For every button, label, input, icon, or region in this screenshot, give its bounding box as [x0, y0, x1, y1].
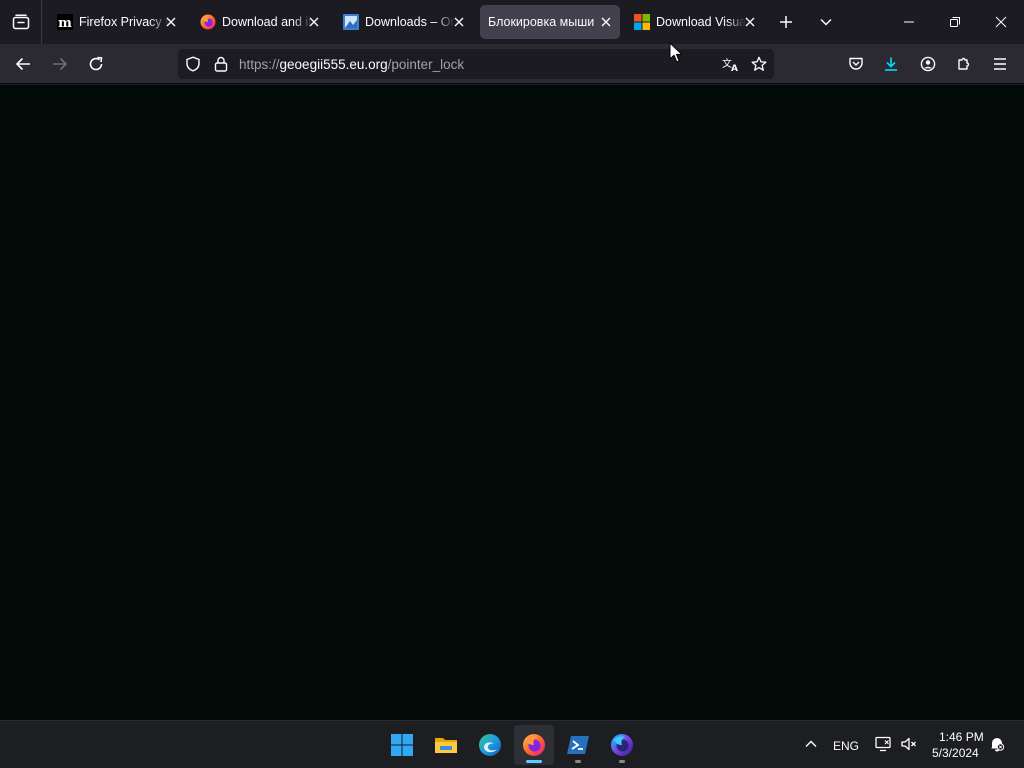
arrow-left-icon	[15, 57, 30, 71]
lock-icon	[214, 56, 228, 72]
account-button[interactable]	[914, 50, 942, 78]
new-tab-button[interactable]	[772, 8, 800, 36]
clock-time[interactable]: 1:46 PM	[939, 730, 984, 744]
tab-title: Firefox Privacy Notice	[79, 15, 169, 29]
close-icon	[454, 17, 464, 27]
tab-strip: m Firefox Privacy Notice Download and in…	[0, 0, 1024, 44]
shield-icon	[186, 56, 200, 72]
taskbar-firefox[interactable]	[514, 725, 554, 765]
svg-text:m: m	[58, 16, 72, 30]
clock-date[interactable]: 5/3/2024	[932, 746, 979, 760]
restore-button[interactable]	[932, 0, 978, 44]
chevron-up-icon	[805, 740, 817, 747]
tab-close-button[interactable]	[306, 14, 322, 30]
tab-title: Download Visual	[656, 15, 746, 29]
mouse-pointer-icon	[669, 42, 683, 63]
powershell-icon	[567, 736, 589, 754]
url-host: geoegii555.eu.org	[279, 57, 388, 72]
tracking-protection-button[interactable]	[184, 55, 202, 73]
volume-button[interactable]	[898, 733, 920, 755]
close-icon	[745, 17, 755, 27]
input-language-indicator[interactable]: ENG	[833, 739, 859, 753]
speaker-muted-icon	[901, 737, 916, 751]
taskbar-firefox-nightly[interactable]	[602, 725, 642, 765]
restore-icon	[950, 17, 960, 27]
firefox-view-button[interactable]	[0, 0, 42, 44]
tab-pointer-lock[interactable]: Блокировка мыши	[480, 5, 620, 39]
chevron-down-icon	[820, 18, 832, 26]
close-icon	[309, 17, 319, 27]
tab-title: Блокировка мыши	[488, 15, 594, 29]
account-icon	[920, 56, 936, 72]
windows-taskbar: ENG 1:46 PM 5/3/2024	[0, 720, 1024, 768]
tab-title: Download and install	[222, 15, 312, 29]
minimize-button[interactable]	[886, 0, 932, 44]
reload-button[interactable]	[81, 50, 111, 78]
arrow-right-icon	[53, 57, 68, 71]
puzzle-icon	[958, 57, 970, 70]
url-scheme: https://	[239, 57, 280, 72]
extensions-button[interactable]	[950, 50, 978, 78]
edge-icon	[479, 734, 501, 756]
tab-title: Downloads – Oracle	[365, 15, 455, 29]
notifications-button[interactable]	[986, 733, 1008, 755]
list-all-tabs-button[interactable]	[812, 8, 840, 36]
taskbar-edge[interactable]	[470, 725, 510, 765]
microsoft-logo-icon	[634, 14, 650, 30]
hamburger-menu-icon	[994, 58, 1006, 70]
tab-close-button[interactable]	[451, 14, 467, 30]
bookmark-star-button[interactable]	[748, 54, 770, 74]
pocket-button[interactable]	[842, 50, 870, 78]
plus-icon	[780, 16, 792, 28]
taskbar-file-explorer[interactable]	[426, 725, 466, 765]
site-info-button[interactable]	[212, 55, 230, 73]
folder-icon	[435, 738, 457, 753]
network-status-button[interactable]	[872, 733, 894, 755]
mozilla-m-icon: m	[57, 14, 73, 31]
tab-close-button[interactable]	[163, 14, 179, 30]
minimize-icon	[904, 21, 914, 23]
star-icon	[751, 56, 767, 71]
show-hidden-icons-button[interactable]	[800, 733, 822, 755]
pocket-icon	[849, 57, 863, 70]
close-window-button[interactable]	[978, 0, 1024, 44]
firefox-nightly-icon	[611, 734, 633, 756]
start-button[interactable]	[382, 725, 422, 765]
reload-icon	[89, 56, 103, 71]
close-icon	[995, 16, 1007, 28]
firefox-logo-icon	[200, 14, 216, 30]
running-indicator	[575, 760, 581, 763]
translate-icon: 文A	[722, 57, 738, 72]
tab-downloads-oracle[interactable]: Downloads – Oracle	[333, 5, 473, 39]
downloads-button[interactable]	[877, 50, 905, 78]
running-indicator	[619, 760, 625, 763]
close-icon	[601, 17, 611, 27]
running-indicator	[526, 760, 542, 763]
windows-start-icon	[391, 734, 413, 756]
close-icon	[166, 17, 176, 27]
url-bar[interactable]: https://geoegii555.eu.org/pointer_lock 文…	[178, 49, 774, 79]
taskbar-powershell[interactable]	[558, 725, 598, 765]
tab-download-install[interactable]: Download and install	[190, 5, 328, 39]
download-icon	[885, 57, 897, 71]
firefox-icon	[523, 734, 545, 756]
back-button[interactable]	[8, 50, 38, 78]
downloads-image-icon	[343, 14, 359, 30]
network-icon	[875, 736, 891, 752]
app-menu-button[interactable]	[986, 50, 1014, 78]
translate-button[interactable]: 文A	[720, 54, 742, 74]
forward-button[interactable]	[45, 50, 75, 78]
url-path: /pointer_lock	[387, 57, 465, 72]
tab-close-button[interactable]	[598, 14, 614, 30]
tab-firefox-privacy[interactable]: m Firefox Privacy Notice	[47, 5, 185, 39]
tab-download-visual[interactable]: Download Visual	[624, 5, 764, 39]
page-content[interactable]	[0, 85, 1024, 720]
url-text[interactable]: https://geoegii555.eu.org/pointer_lock	[239, 56, 464, 73]
notification-bell-icon	[991, 738, 1005, 752]
firefox-view-icon	[12, 14, 29, 30]
svg-text:A: A	[731, 64, 738, 72]
navigation-toolbar: https://geoegii555.eu.org/pointer_lock 文…	[0, 44, 1024, 84]
tab-close-button[interactable]	[742, 14, 758, 30]
